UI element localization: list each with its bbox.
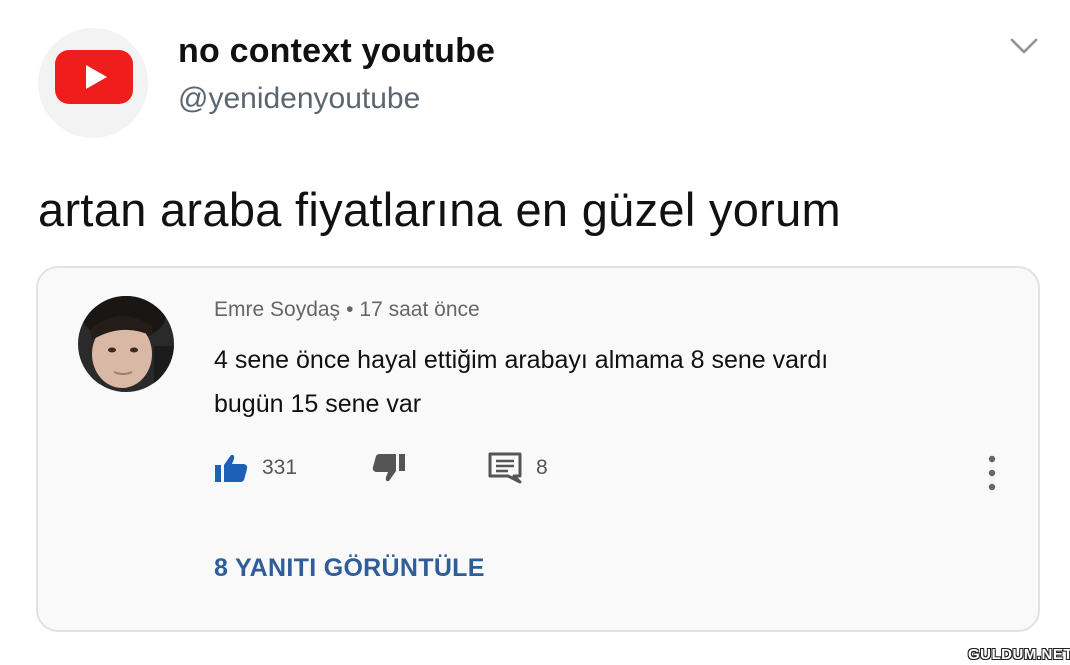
- meta-separator: •: [346, 298, 354, 321]
- more-vertical-icon[interactable]: [986, 454, 998, 492]
- comment-time: 17 saat önce: [359, 298, 480, 321]
- reply-button[interactable]: 8: [488, 448, 548, 488]
- site-watermark: GULDUM.NET: [968, 646, 1070, 663]
- like-button[interactable]: 331: [214, 448, 297, 488]
- commenter-photo: [78, 296, 174, 392]
- tweet: no context youtube @yenidenyoutube artan…: [0, 0, 1070, 665]
- commenter-avatar: [78, 296, 174, 392]
- comment-meta: Emre Soydaş • 17 saat önce: [214, 298, 480, 322]
- author-name[interactable]: no context youtube: [178, 32, 495, 71]
- like-count: 331: [262, 456, 298, 479]
- comment-text: 4 sene önce hayal ettiğim arabayı almama…: [214, 338, 974, 426]
- thumbs-down-icon: [372, 454, 405, 482]
- view-replies-link[interactable]: 8 YANITI GÖRÜNTÜLE: [214, 554, 485, 583]
- reply-count: 8: [536, 456, 548, 479]
- chevron-down-icon[interactable]: [1008, 34, 1040, 58]
- comment-author[interactable]: Emre Soydaş: [214, 298, 340, 321]
- youtube-logo-icon: [55, 50, 133, 104]
- comment-text-line: 4 sene önce hayal ettiğim arabayı almama…: [214, 346, 829, 374]
- tweet-text: artan araba fiyatlarına en güzel yorum: [38, 183, 842, 236]
- dislike-button[interactable]: [372, 448, 406, 488]
- author-handle[interactable]: @yenidenyoutube: [178, 82, 420, 116]
- comment-actions: 331 8: [214, 448, 994, 488]
- author-avatar[interactable]: [38, 28, 148, 138]
- thumbs-up-icon: [215, 454, 248, 482]
- comment-text-line: bugün 15 sene var: [214, 390, 422, 418]
- comment-icon: [488, 452, 522, 484]
- comment-screenshot-card: Emre Soydaş • 17 saat önce 4 sene önce hay…: [36, 266, 1040, 632]
